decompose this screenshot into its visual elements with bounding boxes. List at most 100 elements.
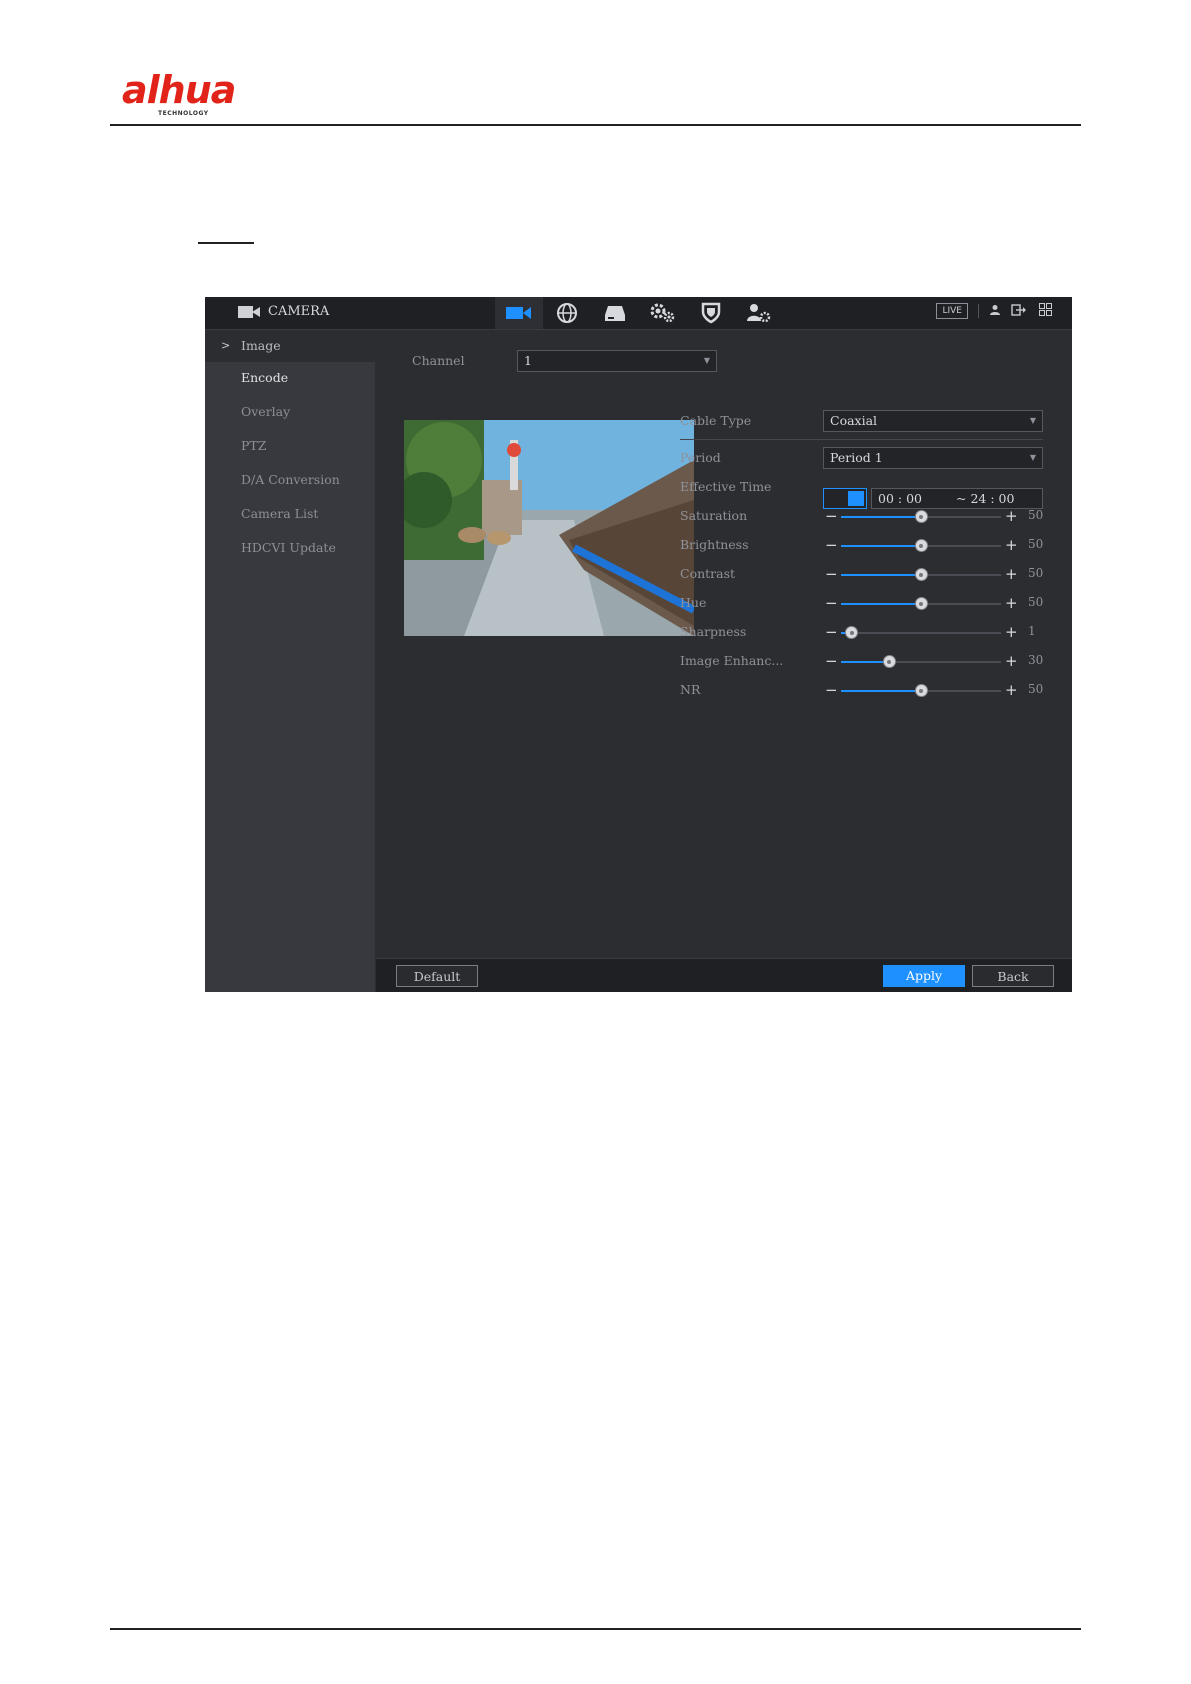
brightness-slider[interactable]: − +50 xyxy=(823,536,1043,556)
plus-icon[interactable]: + xyxy=(1005,565,1018,583)
sidebar-item-label: D/A Conversion xyxy=(241,472,340,487)
apply-button[interactable]: Apply xyxy=(883,965,965,987)
plus-icon[interactable]: + xyxy=(1005,681,1018,699)
slider-handle[interactable] xyxy=(914,568,928,581)
channel-label: Channel xyxy=(412,353,465,368)
effective-time-range: 00 : 00 ~ 24 : 00 xyxy=(871,488,1043,509)
top-right-controls: LIVE xyxy=(936,303,1052,319)
slider-handle[interactable] xyxy=(914,510,928,523)
nav-security-icon[interactable] xyxy=(687,297,735,329)
end-time-input[interactable]: ~ 24 : 00 xyxy=(956,489,1014,508)
saturation-label: Saturation xyxy=(680,508,748,523)
minus-icon[interactable]: − xyxy=(825,623,838,641)
start-time-input[interactable]: 00 : 00 xyxy=(878,491,922,506)
period-label: Period xyxy=(680,450,721,465)
sidebar-item-overlay[interactable]: Overlay xyxy=(205,396,375,428)
brand-logo: alhua TECHNOLOGY xyxy=(122,68,262,118)
sidebar-item-label: Encode xyxy=(241,370,289,385)
cable-type-label: Cable Type xyxy=(680,413,752,428)
slider-value: 50 xyxy=(1028,537,1044,551)
minus-icon[interactable]: − xyxy=(825,594,838,612)
window-title-text: CAMERA xyxy=(268,304,330,319)
nav-camera-icon[interactable] xyxy=(495,297,543,329)
slider-track[interactable] xyxy=(841,632,1001,634)
slider-value: 50 xyxy=(1028,595,1044,609)
slider-handle[interactable] xyxy=(914,597,928,610)
grid-menu-icon[interactable] xyxy=(1039,303,1052,319)
slider-handle[interactable] xyxy=(914,684,928,697)
channel-value: 1 xyxy=(524,353,532,368)
effective-time-label: Effective Time xyxy=(680,479,772,494)
sharpness-slider[interactable]: − +1 xyxy=(823,623,1043,643)
plus-icon[interactable]: + xyxy=(1005,536,1018,554)
slider-handle[interactable] xyxy=(845,626,859,639)
toggle-knob xyxy=(848,491,864,506)
slider-value: 30 xyxy=(1028,653,1044,667)
default-button[interactable]: Default xyxy=(396,965,478,987)
contrast-label: Contrast xyxy=(680,566,736,581)
sidebar-item-da-conversion[interactable]: D/A Conversion xyxy=(205,464,375,496)
plus-icon[interactable]: + xyxy=(1005,623,1018,641)
sidebar-item-label: PTZ xyxy=(241,438,267,453)
sidebar-item-label: HDCVI Update xyxy=(241,540,336,555)
back-button[interactable]: Back xyxy=(972,965,1054,987)
slider-fill xyxy=(841,603,921,605)
nav-network-icon[interactable] xyxy=(543,297,591,329)
top-bar: CAMERA LIVE xyxy=(205,297,1072,330)
slider-fill xyxy=(841,690,921,692)
sidebar-item-ptz[interactable]: PTZ xyxy=(205,430,375,462)
slider-fill xyxy=(841,516,921,518)
nav-account-icon[interactable] xyxy=(735,297,783,329)
slider-value: 50 xyxy=(1028,508,1044,522)
sidebar-item-encode[interactable]: Encode xyxy=(205,362,375,394)
minus-icon[interactable]: − xyxy=(825,652,838,670)
nr-slider[interactable]: − +50 xyxy=(823,681,1043,701)
cable-type-select[interactable]: Coaxial ▼ xyxy=(823,410,1043,432)
contrast-slider[interactable]: − +50 xyxy=(823,565,1043,585)
header-divider xyxy=(110,124,1081,126)
cable-type-value: Coaxial xyxy=(830,413,878,428)
hue-slider[interactable]: − +50 xyxy=(823,594,1043,614)
saturation-slider[interactable]: − +50 xyxy=(823,507,1043,527)
minus-icon[interactable]: − xyxy=(825,681,838,699)
slider-fill xyxy=(841,661,889,663)
minus-icon[interactable]: − xyxy=(825,507,838,525)
sidebar-item-image[interactable]: > Image xyxy=(205,330,375,362)
nav-storage-icon[interactable] xyxy=(591,297,639,329)
image-enhancement-label: Image Enhanc... xyxy=(680,653,784,668)
camera-settings-window: CAMERA LIVE > Image Encode Overlay PTZ D… xyxy=(205,297,1072,992)
slider-fill xyxy=(841,545,921,547)
minus-icon[interactable]: − xyxy=(825,536,838,554)
slider-value: 50 xyxy=(1028,566,1044,580)
nav-system-icon[interactable] xyxy=(639,297,687,329)
sidebar-item-camera-list[interactable]: Camera List xyxy=(205,498,375,530)
logout-icon[interactable] xyxy=(1011,303,1029,319)
main-panel: Channel 1 ▼ Cable Type Coaxial ▼ Period … xyxy=(376,330,1072,992)
plus-icon[interactable]: + xyxy=(1005,507,1018,525)
top-nav xyxy=(495,297,783,329)
plus-icon[interactable]: + xyxy=(1005,594,1018,612)
live-button[interactable]: LIVE xyxy=(936,303,968,319)
sharpness-label: Sharpness xyxy=(680,624,747,639)
slider-fill xyxy=(841,574,921,576)
effective-time-toggle[interactable] xyxy=(823,488,867,509)
sidebar-item-hdcvi-update[interactable]: HDCVI Update xyxy=(205,532,375,564)
hue-label: Hue xyxy=(680,595,707,610)
camera-preview-image xyxy=(404,420,694,636)
period-value: Period 1 xyxy=(830,450,883,465)
logo-subtext: TECHNOLOGY xyxy=(158,110,209,117)
minus-icon[interactable]: − xyxy=(825,565,838,583)
channel-select[interactable]: 1 ▼ xyxy=(517,350,717,372)
sidebar: > Image Encode Overlay PTZ D/A Conversio… xyxy=(205,330,375,992)
footer-bar: Default Apply Back xyxy=(376,958,1072,992)
dropdown-arrow-icon: ▼ xyxy=(1029,416,1036,425)
plus-icon[interactable]: + xyxy=(1005,652,1018,670)
brightness-label: Brightness xyxy=(680,537,749,552)
image-enhancement-slider[interactable]: − +30 xyxy=(823,652,1043,672)
user-icon[interactable] xyxy=(989,304,1001,319)
period-select[interactable]: Period 1 ▼ xyxy=(823,447,1043,469)
chevron-right-icon: > xyxy=(221,339,231,352)
slider-handle[interactable] xyxy=(914,539,928,552)
slider-handle[interactable] xyxy=(882,655,896,668)
dropdown-arrow-icon: ▼ xyxy=(703,356,710,365)
